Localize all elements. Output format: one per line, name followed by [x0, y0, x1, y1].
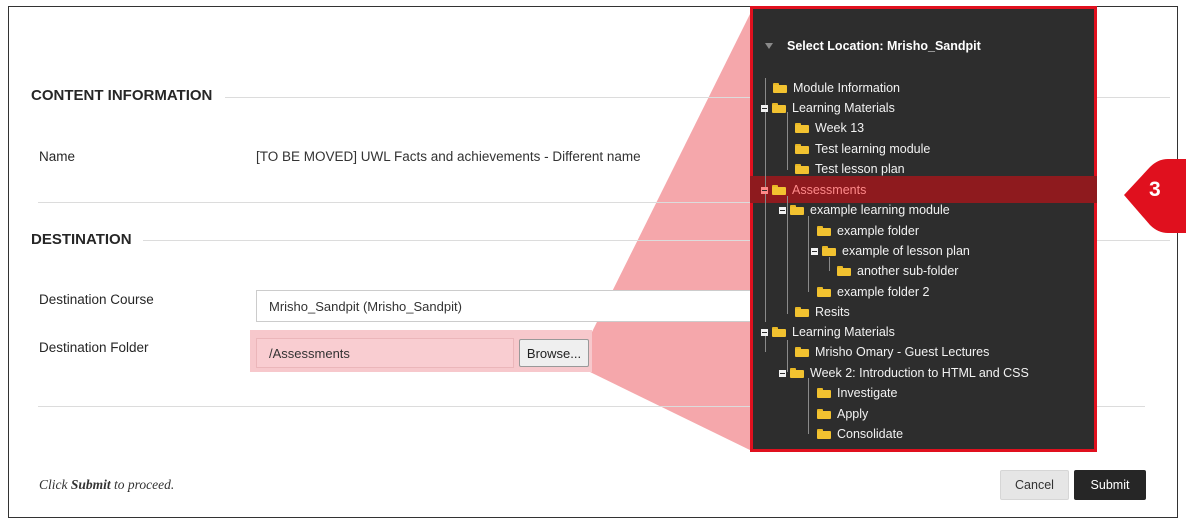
folder-icon [772, 185, 786, 195]
folder-icon [837, 266, 851, 276]
instruction-bold: Submit [70, 477, 111, 492]
tree-item-example-folder[interactable]: example folder [817, 221, 919, 241]
tree-item-label: Learning Materials [792, 101, 895, 115]
tree-item-label: example learning module [810, 203, 950, 217]
divider [38, 202, 753, 203]
submit-button[interactable]: Submit [1074, 470, 1146, 500]
cancel-button[interactable]: Cancel [1000, 470, 1069, 500]
tree-item-label: Test lesson plan [815, 162, 905, 176]
folder-icon [817, 287, 831, 297]
tree-line [808, 378, 809, 434]
panel-title: Select Location: Mrisho_Sandpit [787, 39, 981, 53]
tree-item-label: Consolidate [837, 427, 904, 441]
destination-course-label: Destination Course [39, 292, 154, 307]
tree-item-test-learning-module[interactable]: Test learning module [795, 139, 930, 159]
folder-icon [795, 347, 809, 357]
destination-folder-input[interactable]: /Assessments [256, 338, 514, 368]
name-value: [TO BE MOVED] UWL Facts and achievements… [256, 149, 641, 164]
collapse-toggle-icon[interactable] [779, 369, 786, 377]
collapse-toggle-icon[interactable] [761, 104, 768, 112]
tree-item-example-learning-module[interactable]: example learning module [779, 200, 950, 220]
tree-item-investigate[interactable]: Investigate [817, 383, 897, 403]
collapse-toggle-icon[interactable] [779, 206, 786, 214]
tree-item-label: Assessments [792, 183, 867, 197]
tree-item-label: Week 13 [815, 121, 865, 135]
folder-icon [772, 103, 786, 113]
divider [38, 406, 753, 407]
tree-item-week-2[interactable]: Week 2: Introduction to HTML and CSS [779, 363, 1029, 383]
folder-icon [795, 123, 809, 133]
section-divider [1095, 97, 1170, 98]
content-information-heading: CONTENT INFORMATION [31, 87, 213, 104]
folder-icon [772, 327, 786, 337]
tree-item-label: Resits [815, 305, 850, 319]
tree-item-test-lesson-plan[interactable]: Test lesson plan [795, 159, 905, 179]
tree-item-resits[interactable]: Resits [795, 302, 850, 322]
browse-button[interactable]: Browse... [519, 339, 589, 367]
tree-item-week-13[interactable]: Week 13 [795, 118, 864, 138]
panel-header[interactable]: Select Location: Mrisho_Sandpit [765, 39, 981, 53]
tree-item-apply[interactable]: Apply [817, 404, 868, 424]
folder-icon [817, 226, 831, 236]
destination-folder-label: Destination Folder [39, 340, 149, 355]
tree-item-learning-materials[interactable]: Learning Materials [761, 98, 895, 118]
section-divider [1095, 240, 1170, 241]
divider [1095, 406, 1145, 407]
folder-icon [817, 409, 831, 419]
tree-item-label: another sub-folder [857, 264, 959, 278]
collapse-toggle-icon[interactable] [761, 186, 768, 194]
tree-item-consolidate[interactable]: Consolidate [817, 424, 903, 444]
tree-item-label: example of lesson plan [842, 244, 970, 258]
tree-item-label: example folder [837, 224, 919, 238]
folder-icon [795, 164, 809, 174]
tree-line [808, 216, 809, 292]
select-location-panel: Select Location: Mrisho_Sandpit [750, 6, 1097, 452]
folder-icon [795, 144, 809, 154]
destination-course-field[interactable]: Mrisho_Sandpit (Mrisho_Sandpit) [256, 290, 752, 322]
tree-item-module-information[interactable]: Module Information [773, 78, 900, 98]
folder-icon [817, 388, 831, 398]
section-divider [225, 97, 755, 98]
destination-course-value: Mrisho_Sandpit (Mrisho_Sandpit) [269, 298, 462, 314]
tree-item-label: Test learning module [815, 142, 931, 156]
section-divider [143, 240, 755, 241]
destination-folder-value: /Assessments [269, 345, 350, 361]
folder-icon [773, 83, 787, 93]
tree-item-guest-lectures[interactable]: Mrisho Omary - Guest Lectures [795, 342, 989, 362]
tree-item-another-sub-folder[interactable]: another sub-folder [837, 261, 958, 281]
instruction-prefix: Click [39, 477, 71, 492]
collapse-toggle-icon[interactable] [811, 247, 818, 255]
tree-item-label: Week 2: Introduction to HTML and CSS [810, 366, 1029, 380]
tree-item-example-folder-2[interactable]: example folder 2 [817, 282, 929, 302]
name-label: Name [39, 149, 76, 164]
tree-item-label: Mrisho Omary - Guest Lectures [815, 345, 990, 359]
folder-icon [795, 307, 809, 317]
collapse-triangle-icon [765, 43, 773, 49]
submit-instruction: Click Submit to proceed. [39, 477, 174, 493]
folder-icon [822, 246, 836, 256]
destination-heading: DESTINATION [31, 231, 132, 248]
folder-icon [790, 368, 804, 378]
tree-item-label: Apply [837, 407, 869, 421]
collapse-toggle-icon[interactable] [761, 328, 768, 336]
tree-item-learning-materials-2[interactable]: Learning Materials [761, 322, 895, 342]
instruction-suffix: to proceed. [110, 477, 175, 492]
step-number: 3 [1149, 178, 1161, 201]
tree-item-label: Investigate [837, 386, 898, 400]
tree-item-label: example folder 2 [837, 285, 930, 299]
tree-item-label: Module Information [793, 81, 901, 95]
tree-line [787, 112, 788, 170]
folder-icon [790, 205, 804, 215]
tree-item-assessments[interactable]: Assessments [761, 180, 866, 200]
folder-icon [817, 429, 831, 439]
tree-item-example-of-lesson-plan[interactable]: example of lesson plan [811, 241, 970, 261]
tree-item-label: Learning Materials [792, 325, 895, 339]
